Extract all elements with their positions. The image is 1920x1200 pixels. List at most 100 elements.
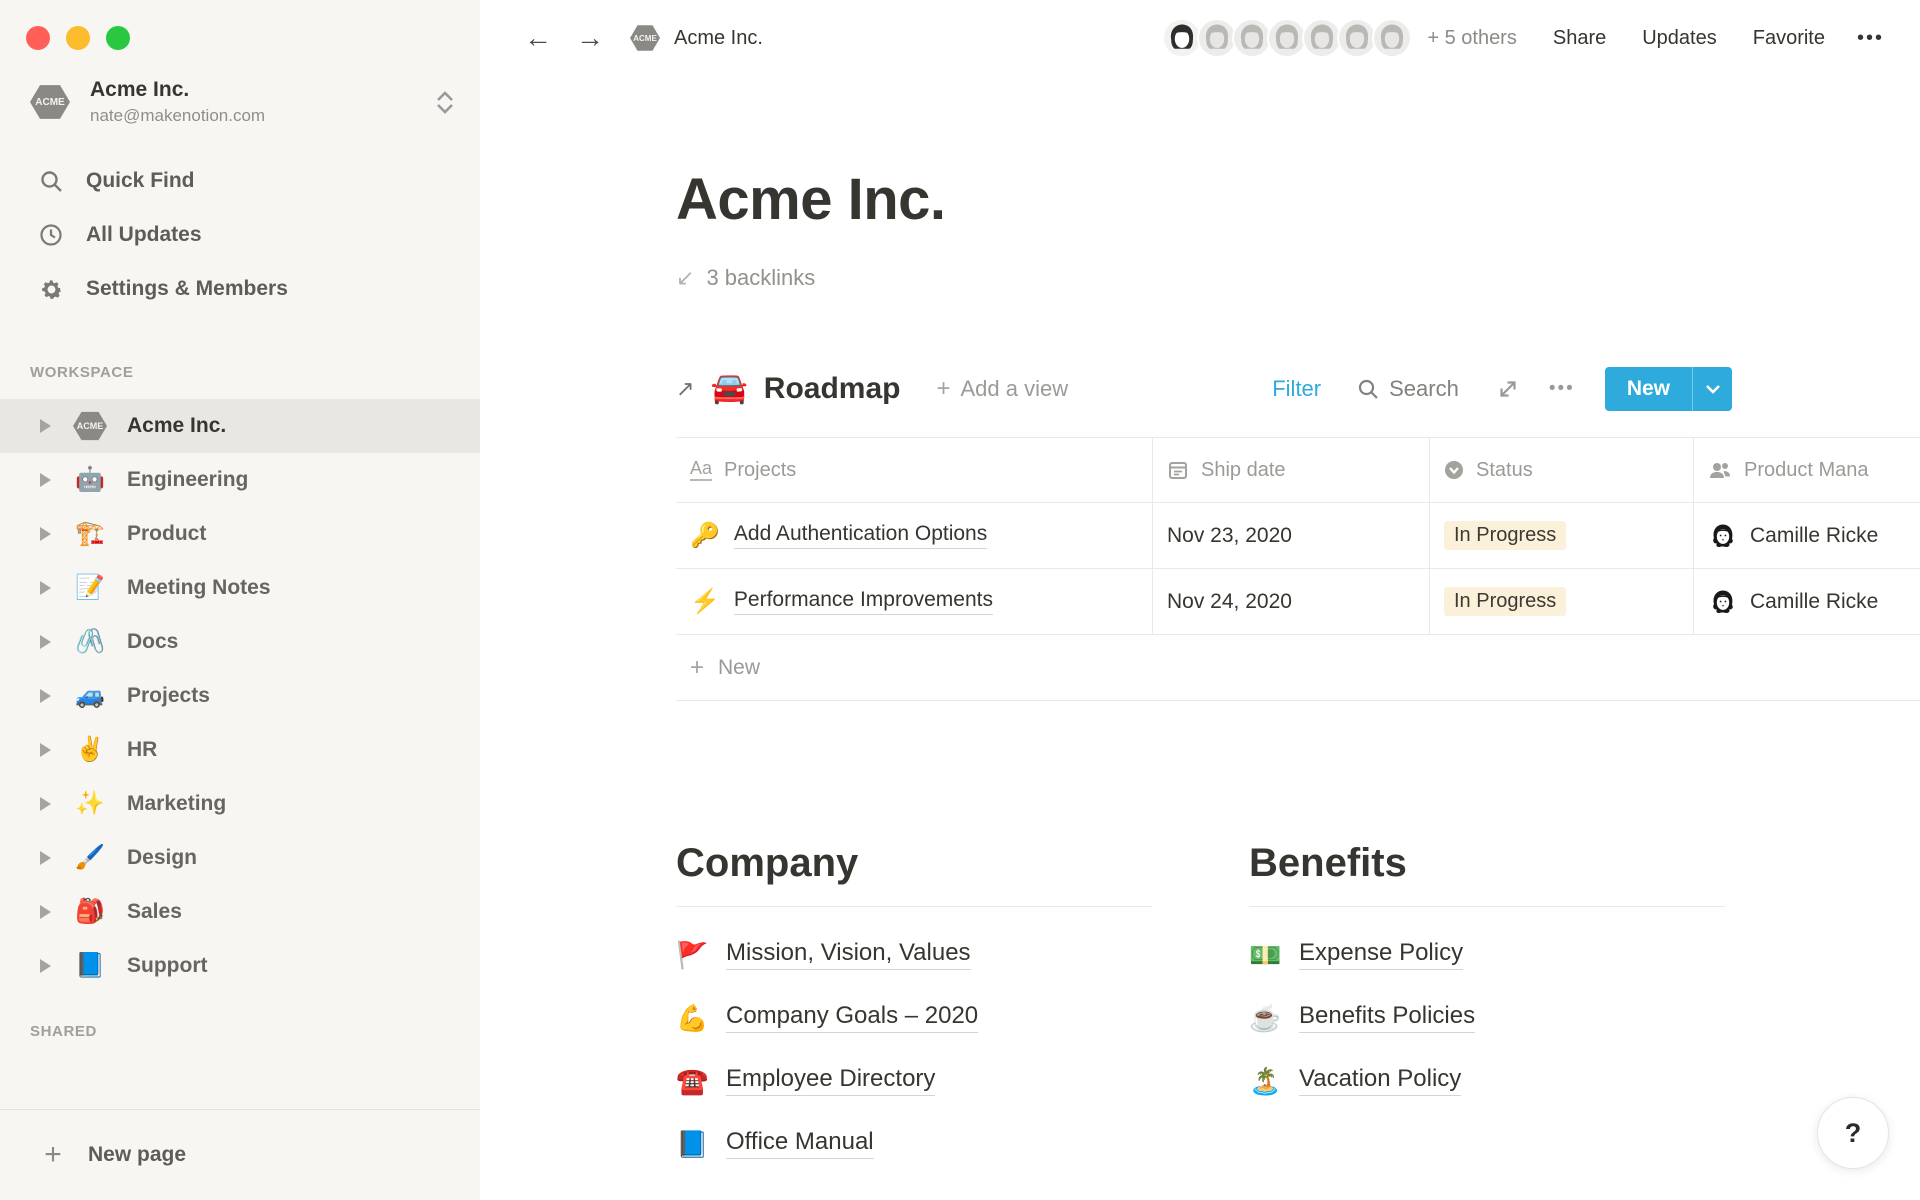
sidebar-menu-quick-find[interactable]: Quick Find [0,154,480,208]
calendar-icon [1167,459,1189,481]
help-button[interactable]: ? [1817,1097,1889,1169]
sidebar-item-product[interactable]: 🏗️Product [0,507,480,561]
ship-date-cell[interactable]: Nov 24, 2020 [1153,569,1430,634]
expand-caret-icon[interactable] [40,635,51,649]
workspace-logo: ACME [30,84,70,120]
page-link-office-manual[interactable]: 📘Office Manual [676,1112,874,1175]
table-new-row-button[interactable]: + New [676,635,1920,701]
close-window-button[interactable] [26,26,50,50]
new-dropdown-icon[interactable] [1692,367,1732,411]
column-header-projects[interactable]: AaProjects [676,438,1153,502]
favorite-button[interactable]: Favorite [1753,27,1825,50]
sidebar: ACME Acme Inc. nate@makenotion.com Quick… [0,0,480,1200]
section-divider [676,906,1152,907]
filter-button[interactable]: Filter [1272,376,1321,402]
sidebar-item-meeting-notes[interactable]: 📝Meeting Notes [0,561,480,615]
new-page-button[interactable]: + New page [0,1110,480,1200]
workspace-name: Acme Inc. [90,78,265,102]
project-cell[interactable]: 🔑Add Authentication Options [676,503,1153,568]
sidebar-item-docs[interactable]: 🖇️Docs [0,615,480,669]
backlinks-button[interactable]: ↙ 3 backlinks [676,265,815,291]
section-company: Company🚩Mission, Vision, Values💪Company … [676,841,1152,1175]
more-options-icon[interactable]: ••• [1857,27,1884,50]
sidebar-item-engineering[interactable]: 🤖Engineering [0,453,480,507]
table-body: 🔑Add Authentication OptionsNov 23, 2020I… [676,503,1920,635]
shared-section-label: SHARED [0,1023,480,1040]
page-title: Acme Inc. [676,166,1920,233]
collaborator-avatar[interactable] [1232,18,1272,58]
collaborator-avatar[interactable] [1372,18,1412,58]
back-arrow-icon[interactable]: ← [524,24,552,52]
updates-button[interactable]: Updates [1642,27,1717,50]
collaborator-avatar[interactable] [1197,18,1237,58]
project-link[interactable]: Performance Improvements [734,588,993,615]
expand-caret-icon[interactable] [40,527,51,541]
workspace-switcher[interactable]: ACME Acme Inc. nate@makenotion.com [0,50,480,136]
roadmap-title[interactable]: Roadmap [764,372,901,406]
collaborator-avatar[interactable] [1337,18,1377,58]
sidebar-item-design[interactable]: 🖌️Design [0,831,480,885]
collaborator-avatar[interactable] [1302,18,1342,58]
expand-icon[interactable] [1497,378,1519,400]
status-badge: In Progress [1444,587,1566,616]
expand-caret-icon[interactable] [40,905,51,919]
table-header-row: AaProjectsShip dateStatusProduct Mana [676,438,1920,503]
add-view-button[interactable]: + Add a view [936,375,1068,403]
window-controls [0,0,480,50]
topbar: ← → ACME Acme Inc. + 5 others Share Upda… [480,0,1920,76]
section-benefits: Benefits💵Expense Policy☕Benefits Policie… [1249,841,1725,1175]
sidebar-item-support[interactable]: 📘Support [0,939,480,993]
page-link-company-goals-2020[interactable]: 💪Company Goals – 2020 [676,986,978,1049]
expand-caret-icon[interactable] [40,959,51,973]
people-icon [1708,459,1732,481]
sidebar-item-acme-inc[interactable]: ACMEAcme Inc. [0,399,480,453]
new-record-button[interactable]: New [1605,367,1732,411]
status-cell[interactable]: In Progress [1430,503,1694,568]
share-button[interactable]: Share [1553,27,1606,50]
sidebar-item-sales[interactable]: 🎒Sales [0,885,480,939]
workspace-switch-icon[interactable] [436,91,454,114]
sidebar-menu-settings-members[interactable]: Settings & Members [0,262,480,316]
status-cell[interactable]: In Progress [1430,569,1694,634]
column-header-status[interactable]: Status [1430,438,1694,502]
expand-caret-icon[interactable] [40,581,51,595]
expand-caret-icon[interactable] [40,473,51,487]
search-button[interactable]: Search [1357,376,1459,402]
page-link-benefits-policies[interactable]: ☕Benefits Policies [1249,986,1475,1049]
page-emoji-icon: 🚙 [73,684,107,708]
zoom-window-button[interactable] [106,26,130,50]
backlinks-label: 3 backlinks [706,265,815,291]
sidebar-item-projects[interactable]: 🚙Projects [0,669,480,723]
section-link-list: 💵Expense Policy☕Benefits Policies🏝️Vacat… [1249,923,1725,1112]
product-manager-cell[interactable]: Camille Ricke [1694,569,1920,634]
expand-caret-icon[interactable] [40,743,51,757]
others-count[interactable]: + 5 others [1427,27,1517,50]
page-link-expense-policy[interactable]: 💵Expense Policy [1249,923,1463,986]
sidebar-item-marketing[interactable]: ✨Marketing [0,777,480,831]
manager-avatar [1708,521,1738,551]
column-header-ship-date[interactable]: Ship date [1153,438,1430,502]
sidebar-menu-all-updates[interactable]: All Updates [0,208,480,262]
expand-caret-icon[interactable] [40,689,51,703]
column-header-product-mana[interactable]: Product Mana [1694,438,1920,502]
page-link-mission-vision-values[interactable]: 🚩Mission, Vision, Values [676,923,971,986]
project-cell[interactable]: ⚡Performance Improvements [676,569,1153,634]
expand-caret-icon[interactable] [40,419,51,433]
page-link-employee-directory[interactable]: ☎️Employee Directory [676,1049,935,1112]
minimize-window-button[interactable] [66,26,90,50]
project-link[interactable]: Add Authentication Options [734,522,987,549]
backlink-arrow-icon: ↙ [676,265,694,291]
plus-icon: + [40,1138,66,1172]
open-as-page-icon[interactable]: ↗ [676,376,694,402]
expand-caret-icon[interactable] [40,797,51,811]
ship-date-cell[interactable]: Nov 23, 2020 [1153,503,1430,568]
forward-arrow-icon[interactable]: → [576,24,604,52]
collection-more-icon[interactable]: ••• [1549,378,1575,400]
product-manager-cell[interactable]: Camille Ricke [1694,503,1920,568]
breadcrumb-page-title[interactable]: Acme Inc. [674,27,763,50]
expand-caret-icon[interactable] [40,851,51,865]
collaborator-avatar[interactable] [1162,18,1202,58]
sidebar-item-hr[interactable]: ✌️HR [0,723,480,777]
collaborator-avatar[interactable] [1267,18,1307,58]
page-link-vacation-policy[interactable]: 🏝️Vacation Policy [1249,1049,1461,1112]
